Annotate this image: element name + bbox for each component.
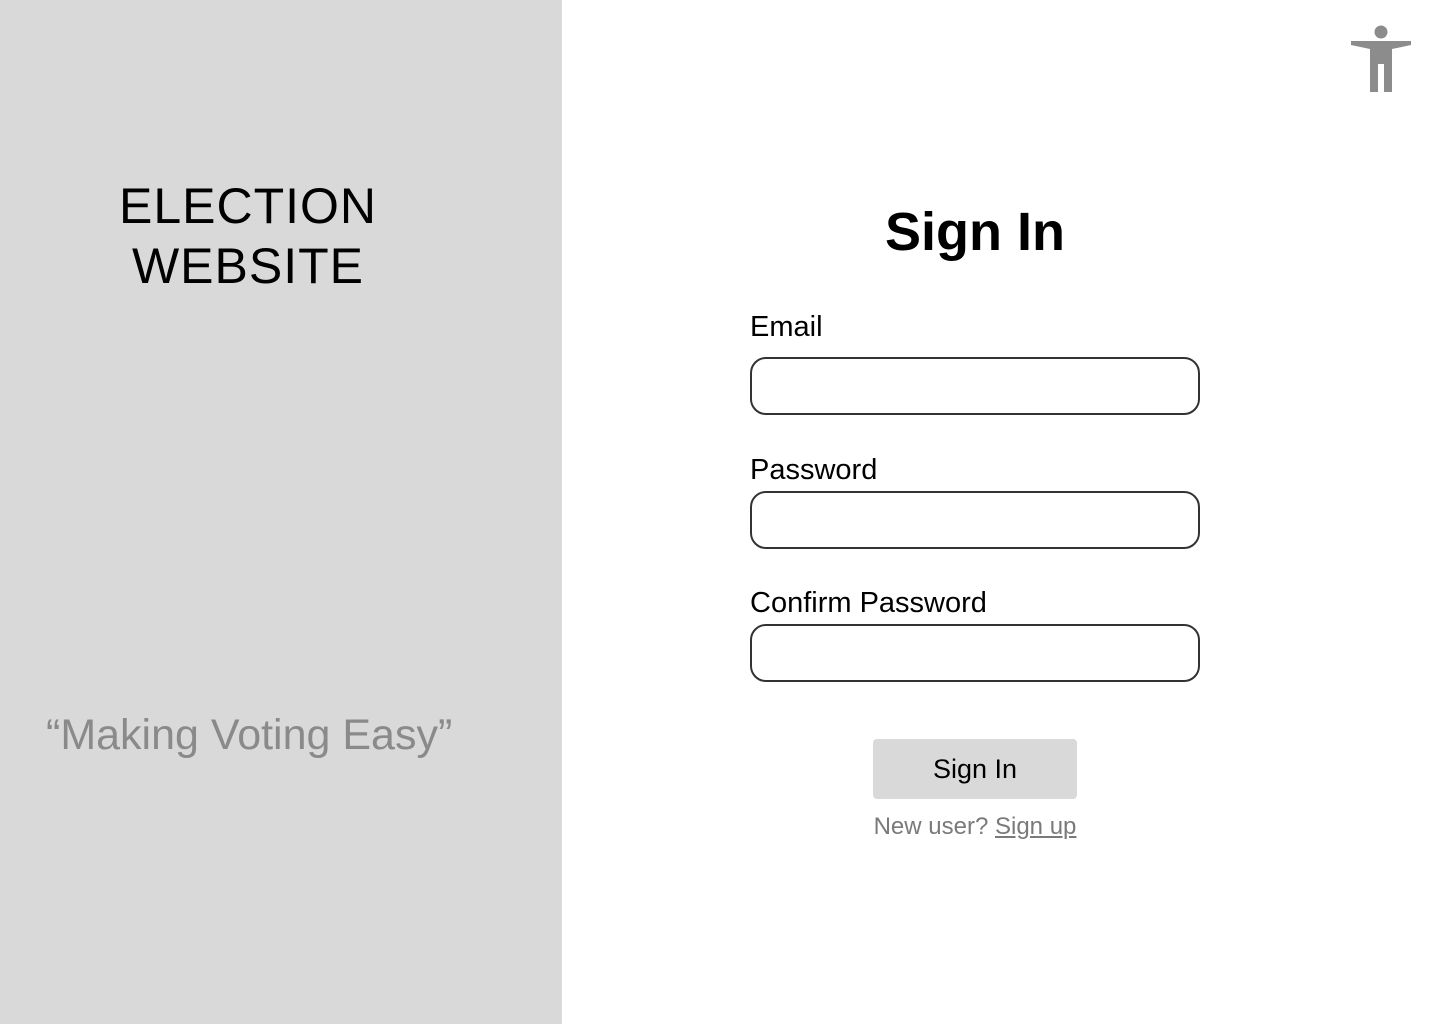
accessibility-button[interactable] <box>1348 22 1414 96</box>
sign-in-button[interactable]: Sign In <box>873 739 1077 799</box>
confirm-password-label: Confirm Password <box>750 587 987 619</box>
email-field[interactable] <box>750 357 1200 415</box>
site-title-line-1: ELECTION <box>118 178 378 234</box>
tagline: “Making Voting Easy” <box>46 711 453 759</box>
signup-prompt: New user? Sign up <box>750 812 1200 842</box>
password-field[interactable] <box>750 491 1200 549</box>
password-label: Password <box>750 454 878 486</box>
site-title: ELECTION WEBSITE <box>0 176 496 296</box>
email-label: Email <box>750 311 823 343</box>
site-title-line-2: WEBSITE <box>131 238 365 294</box>
sign-up-link[interactable]: Sign up <box>995 813 1076 840</box>
confirm-password-field[interactable] <box>750 624 1200 682</box>
accessibility-icon <box>1351 25 1411 92</box>
page-title: Sign In <box>885 202 1065 262</box>
brand-panel: ELECTION WEBSITE “Making Voting Easy” <box>0 0 562 1024</box>
new-user-text: New user? <box>873 813 989 840</box>
